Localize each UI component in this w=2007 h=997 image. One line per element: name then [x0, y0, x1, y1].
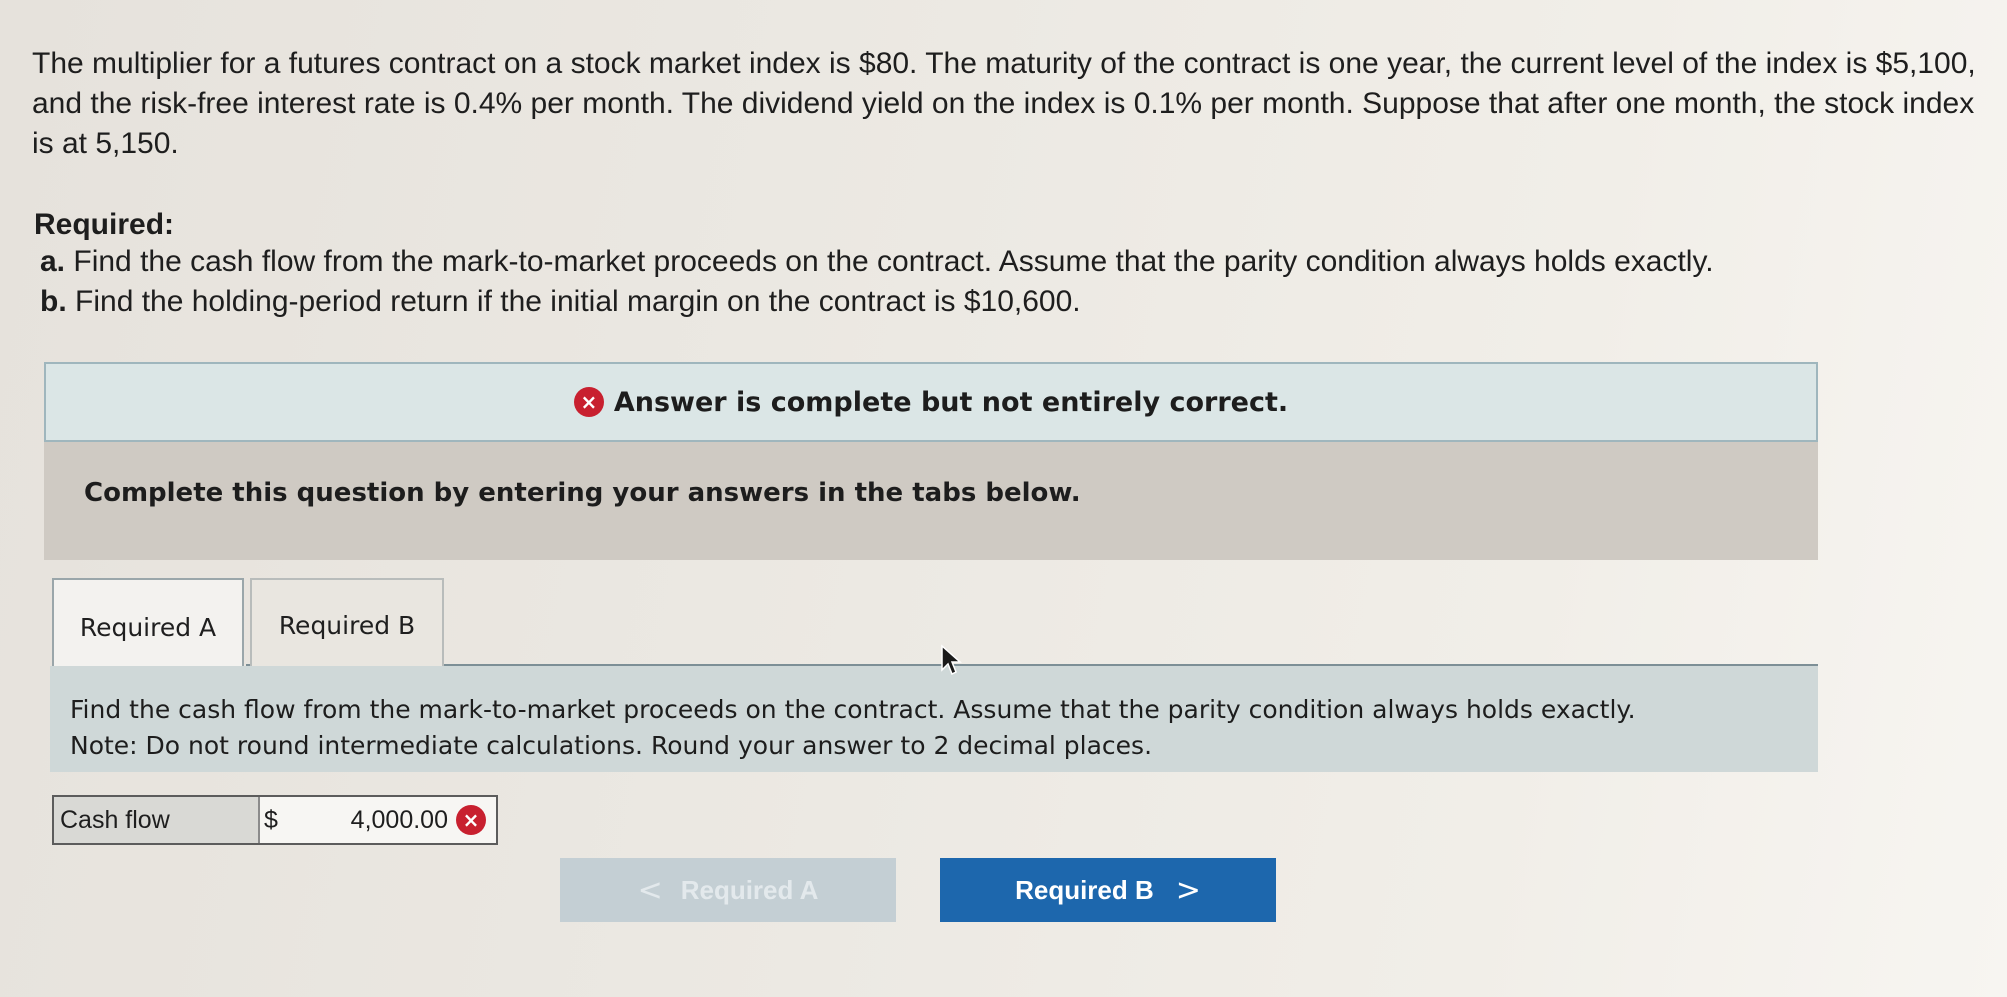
required-item-b: b. Find the holding-period return if the… — [40, 282, 1714, 322]
incorrect-x-icon: × — [573, 387, 604, 417]
required-item-a-text: Find the cash flow from the mark-to-mark… — [73, 245, 1714, 278]
mouse-pointer-icon — [941, 644, 962, 676]
required-item-a: a. Find the cash flow from the mark-to-m… — [40, 242, 1714, 282]
required-item-b-text: Find the holding-period return if the in… — [75, 285, 1081, 318]
instruction-box: Complete this question by entering your … — [44, 442, 1818, 560]
currency-symbol: $ — [264, 805, 278, 834]
tab-required-a[interactable]: Required A — [52, 578, 244, 674]
question-note: Note: Do not round intermediate calculat… — [70, 731, 1153, 760]
chevron-right-icon: > — [1175, 872, 1201, 908]
next-button-label: Required B — [1015, 874, 1154, 905]
tab-required-b[interactable]: Required B — [250, 578, 444, 672]
incorrect-answer-x-icon: × — [456, 805, 486, 835]
chevron-left-icon: < — [637, 872, 663, 908]
problem-text: The multiplier for a futures contract on… — [32, 47, 1976, 160]
required-item-b-marker: b. — [40, 285, 67, 318]
tab-required-b-label: Required B — [278, 610, 416, 640]
required-list: a. Find the cash flow from the mark-to-m… — [40, 242, 1714, 322]
cash-flow-label: Cash flow — [54, 797, 260, 843]
next-required-b-button[interactable]: Required B > — [940, 858, 1276, 922]
instruction-text: Complete this question by entering your … — [84, 478, 1081, 508]
feedback-banner: × Answer is complete but not entirely co… — [44, 362, 1818, 442]
cash-flow-input[interactable]: $ 4,000.00 × — [260, 797, 496, 843]
cash-flow-answer-row: Cash flow $ 4,000.00 × — [52, 795, 498, 845]
question-text: Find the cash flow from the mark-to-mark… — [70, 695, 1636, 724]
cash-flow-value: 4,000.00 — [350, 805, 448, 834]
problem-statement: The multiplier for a futures contract on… — [32, 44, 1992, 164]
prev-required-a-button[interactable]: < Required A — [560, 858, 896, 922]
tab-required-a-label: Required A — [79, 612, 217, 642]
prev-button-label: Required A — [680, 874, 819, 905]
required-item-a-marker: a. — [40, 245, 66, 278]
required-heading: Required: — [34, 208, 175, 241]
question-panel: Find the cash flow from the mark-to-mark… — [50, 666, 1818, 772]
feedback-message: Answer is complete but not entirely corr… — [613, 386, 1289, 418]
